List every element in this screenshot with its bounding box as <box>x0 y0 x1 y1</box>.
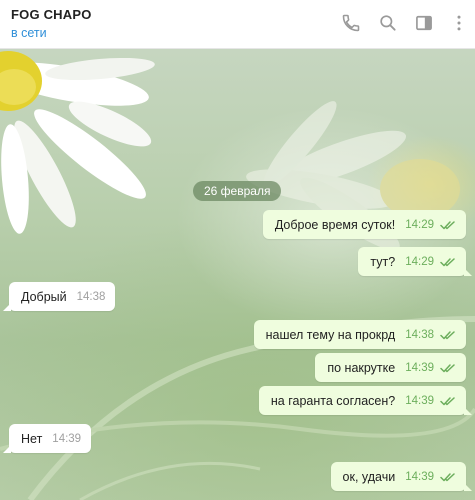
message-time: 14:29 <box>405 218 434 231</box>
double-check-icon <box>440 330 455 339</box>
sidebar-toggle-icon[interactable] <box>414 13 434 33</box>
message-bubble-incoming[interactable]: Добрый 14:38 <box>2 282 116 311</box>
message-bubble-outgoing[interactable]: Доброе время суток! 14:29 <box>262 210 466 239</box>
message-text: тут? <box>370 254 396 269</box>
phone-icon[interactable] <box>341 13 361 33</box>
message-text: Добрый <box>21 289 67 304</box>
message-text: Доброе время суток! <box>274 217 396 232</box>
chat-header: FOG CHAPO в сети <box>0 0 475 49</box>
message-text: нашел тему на прокрд <box>265 327 396 342</box>
date-divider: 26 февраля <box>193 181 282 201</box>
message-time: 14:29 <box>405 255 434 268</box>
message-text: Нет <box>21 431 43 446</box>
message-time: 14:38 <box>405 328 434 341</box>
message-text: на гаранта согласен? <box>270 393 396 408</box>
message-bubble-outgoing[interactable]: по накрутке 14:39 <box>315 353 466 382</box>
message-time: 14:39 <box>405 470 434 483</box>
message-text: ок, удачи <box>342 469 396 484</box>
message-time: 14:39 <box>405 361 434 374</box>
message-time: 14:39 <box>405 394 434 407</box>
message-bubble-outgoing[interactable]: тут? 14:29 <box>358 247 472 276</box>
message-text: по накрутке <box>327 360 396 375</box>
message-time: 14:39 <box>52 432 82 445</box>
message-bubble-outgoing[interactable]: на гаранта согласен? 14:39 <box>258 386 473 415</box>
more-vertical-icon[interactable] <box>449 13 469 33</box>
double-check-icon <box>440 220 455 229</box>
double-check-icon <box>440 363 455 372</box>
double-check-icon <box>440 472 455 481</box>
chat-area[interactable]: 26 февраля Доброе время суток! 14:29 тут… <box>0 49 475 500</box>
message-time: 14:38 <box>76 290 106 303</box>
message-bubble-outgoing[interactable]: ок, удачи 14:39 <box>330 462 473 491</box>
chat-status: в сети <box>11 26 47 40</box>
double-check-icon <box>440 257 455 266</box>
search-icon[interactable] <box>378 13 398 33</box>
message-bubble-outgoing[interactable]: нашел тему на прокрд 14:38 <box>253 320 466 349</box>
double-check-icon <box>440 396 455 405</box>
chat-title[interactable]: FOG CHAPO <box>11 7 92 22</box>
message-bubble-incoming[interactable]: Нет 14:39 <box>2 424 92 453</box>
